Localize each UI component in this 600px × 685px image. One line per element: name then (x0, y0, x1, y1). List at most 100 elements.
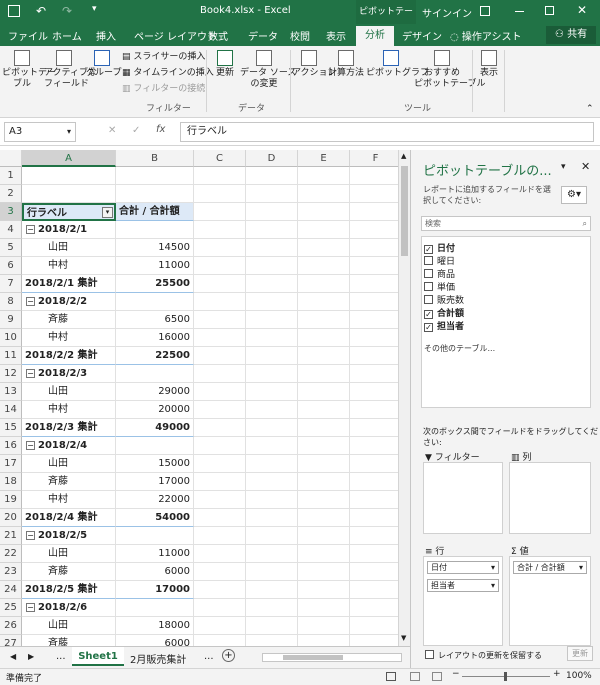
cell-b12[interactable] (116, 365, 194, 383)
cell-a12[interactable]: 2018/2/3 (22, 365, 116, 383)
cell-b23[interactable]: 6000 (116, 563, 194, 581)
collapse-toggle-icon[interactable]: − (26, 369, 35, 378)
cell[interactable] (194, 311, 246, 329)
cell[interactable] (298, 437, 350, 455)
cell-a8[interactable]: 2018/2/2 (22, 293, 116, 311)
row-header[interactable]: 10 (0, 329, 22, 347)
cell[interactable] (246, 437, 298, 455)
cell[interactable] (246, 293, 298, 311)
cell-a5[interactable]: 山田 (22, 239, 116, 257)
row-header[interactable]: 1 (0, 167, 22, 185)
field-item[interactable]: 曜日 (424, 254, 455, 267)
cell[interactable] (246, 473, 298, 491)
cell[interactable] (194, 257, 246, 275)
cell[interactable] (298, 401, 350, 419)
collapse-toggle-icon[interactable]: − (26, 531, 35, 540)
cell[interactable] (194, 455, 246, 473)
cell-b5[interactable]: 14500 (116, 239, 194, 257)
cell[interactable] (298, 527, 350, 545)
row-header[interactable]: 14 (0, 401, 22, 419)
cell[interactable] (194, 563, 246, 581)
cell[interactable] (298, 185, 350, 203)
defer-update-checkbox[interactable]: レイアウトの更新を保留する (425, 650, 542, 661)
cell-a10[interactable]: 中村 (22, 329, 116, 347)
more-tables-link[interactable]: その他のテーブル... (424, 343, 495, 354)
filter-connections-button[interactable]: ▥ フィルターの接続 (122, 84, 205, 95)
close-icon[interactable]: ✕ (577, 3, 587, 17)
horizontal-scrollbar[interactable] (262, 653, 402, 662)
cell[interactable] (194, 437, 246, 455)
refresh-button[interactable]: 更新 (210, 50, 240, 79)
name-box[interactable]: A3 ▾ (4, 122, 76, 142)
cell-a19[interactable]: 中村 (22, 491, 116, 509)
collapse-toggle-icon[interactable]: − (26, 441, 35, 450)
cell[interactable] (246, 419, 298, 437)
cell[interactable] (246, 221, 298, 239)
row-header[interactable]: 12 (0, 365, 22, 383)
cell-b27[interactable]: 6000 (116, 635, 194, 646)
sheet-more[interactable]: ... (204, 651, 214, 662)
cell[interactable] (246, 581, 298, 599)
cell[interactable] (350, 185, 398, 203)
worksheet-grid[interactable]: ABCDEF 1 2 3 行ラベル 合計 / 合計額 ▾ 4 2018/2/1−5 山田 1450… (0, 150, 398, 646)
cell[interactable] (298, 329, 350, 347)
change-source-button[interactable]: データ ソース の変更 (240, 50, 296, 90)
cell[interactable] (350, 509, 398, 527)
tools-gear-icon[interactable]: ⚙▾ (561, 186, 587, 204)
cell[interactable] (194, 491, 246, 509)
redo-icon[interactable]: ↷ (62, 4, 72, 18)
cell-b8[interactable] (116, 293, 194, 311)
vertical-scrollbar[interactable]: ▲ ▼ (398, 150, 410, 646)
cell[interactable] (350, 635, 398, 646)
cell[interactable] (194, 509, 246, 527)
cell[interactable] (298, 617, 350, 635)
collapse-toggle-icon[interactable]: − (26, 225, 35, 234)
cell[interactable] (246, 167, 298, 185)
cell[interactable] (298, 347, 350, 365)
scroll-up-icon[interactable]: ▲ (401, 152, 406, 160)
tell-me-box[interactable]: ◌ 操作アシスト (450, 28, 522, 43)
row-header[interactable]: 13 (0, 383, 22, 401)
field-search-input[interactable]: 検索 ⌕ (421, 216, 591, 231)
ribbon-display-icon[interactable] (480, 6, 490, 16)
field-item[interactable]: ✓ 合計額 (424, 306, 464, 319)
cell-a15[interactable]: 2018/2/3 集計 (22, 419, 116, 437)
cell[interactable] (246, 509, 298, 527)
share-button[interactable]: ⚇ 共有 (546, 26, 596, 44)
cell-b13[interactable]: 29000 (116, 383, 194, 401)
row-header[interactable]: 17 (0, 455, 22, 473)
cell[interactable] (298, 383, 350, 401)
cell[interactable] (194, 581, 246, 599)
cell[interactable] (246, 635, 298, 646)
cell-b7[interactable]: 25500 (116, 275, 194, 293)
checkbox-icon[interactable] (424, 269, 433, 278)
row-header[interactable]: 19 (0, 491, 22, 509)
pivot-table-button[interactable]: ピボットテー ブル (2, 50, 56, 90)
column-header-f[interactable]: F (350, 150, 398, 167)
scroll-thumb[interactable] (401, 166, 408, 256)
cell-a20[interactable]: 2018/2/4 集計 (22, 509, 116, 527)
cell[interactable] (194, 167, 246, 185)
cell-a2[interactable] (22, 185, 116, 203)
select-all-corner[interactable] (0, 150, 22, 167)
cell-b4[interactable] (116, 221, 194, 239)
zoom-level[interactable]: 100% (566, 671, 592, 681)
tab-page-layout[interactable]: ページ レイアウト (134, 28, 217, 43)
cell[interactable] (350, 239, 398, 257)
row-header[interactable]: 6 (0, 257, 22, 275)
cell-b25[interactable] (116, 599, 194, 617)
cell-b3[interactable]: 合計 / 合計額 (116, 203, 194, 221)
cell[interactable] (350, 203, 398, 221)
cell[interactable] (298, 491, 350, 509)
row-header[interactable]: 4 (0, 221, 22, 239)
row-header[interactable]: 5 (0, 239, 22, 257)
collapse-toggle-icon[interactable]: − (26, 603, 35, 612)
cell[interactable] (350, 311, 398, 329)
column-header-d[interactable]: D (246, 150, 298, 167)
cell[interactable] (298, 563, 350, 581)
cell[interactable] (350, 401, 398, 419)
cell-a25[interactable]: 2018/2/6 (22, 599, 116, 617)
cell[interactable] (246, 257, 298, 275)
customize-qat-icon[interactable]: ▾ (92, 4, 97, 14)
cell[interactable] (298, 545, 350, 563)
